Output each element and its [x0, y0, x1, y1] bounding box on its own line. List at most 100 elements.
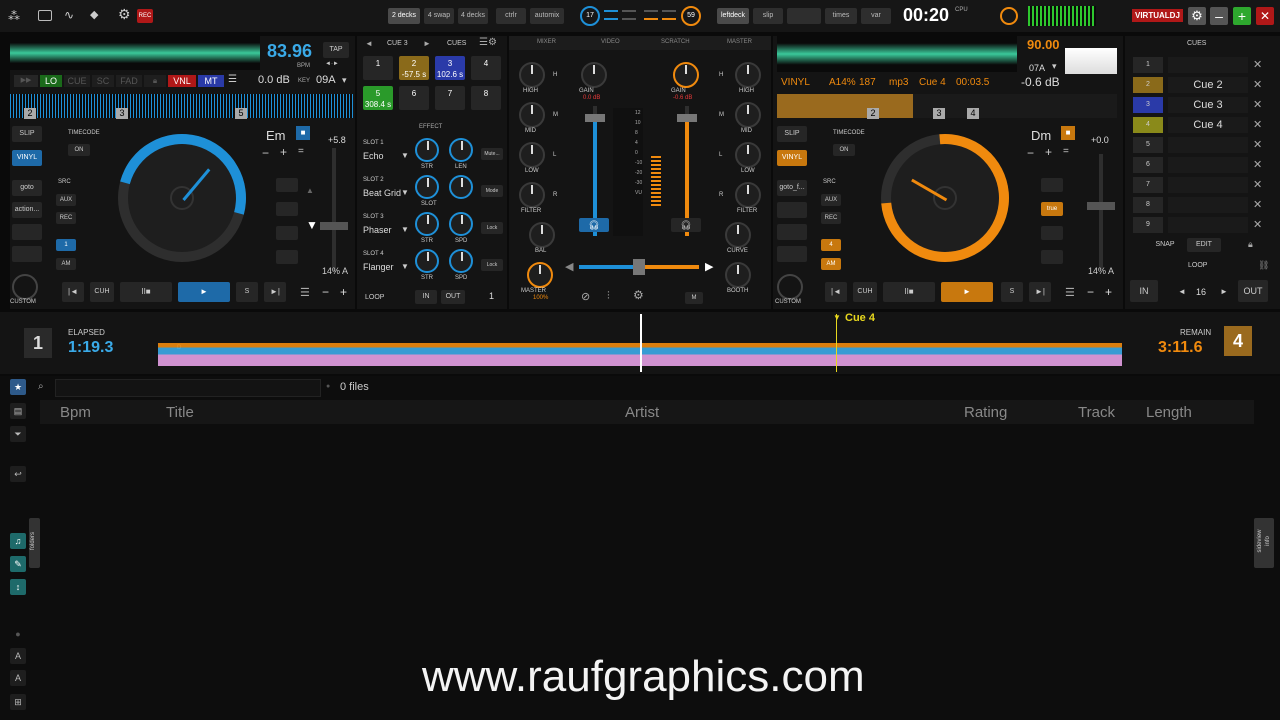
mixer-mid-left-knob[interactable]: [519, 102, 545, 128]
cue-name[interactable]: [1168, 137, 1248, 153]
tab-video[interactable]: VIDEO: [601, 39, 620, 45]
deck-left-pitch-slider[interactable]: [332, 148, 336, 272]
tag-lo[interactable]: LO: [40, 75, 62, 87]
cue-number[interactable]: 6: [1133, 157, 1163, 173]
deck-right-key-equal[interactable]: =: [1063, 146, 1069, 157]
deck-left-custom-knob[interactable]: [12, 274, 38, 300]
deck-left-pitch-arrows[interactable]: ◄·►: [325, 61, 339, 67]
deck-left-pad[interactable]: [276, 178, 298, 192]
deck-right-empty-button[interactable]: [777, 224, 807, 240]
cues-loop-prev-icon[interactable]: ◄: [1178, 287, 1186, 296]
effect-knob-2[interactable]: [449, 249, 473, 273]
sidebar-star-icon[interactable]: ★: [10, 379, 26, 395]
sidebar-font-a-small-icon[interactable]: A: [10, 670, 26, 686]
cue-row[interactable]: 6 ✕: [1133, 157, 1275, 173]
deck-right-play-button[interactable]: ►: [941, 282, 993, 302]
deck-left-key-minus[interactable]: −: [262, 146, 269, 160]
deck-right-goto-button[interactable]: goto_f...: [777, 180, 807, 196]
cue-number[interactable]: 5: [1133, 137, 1163, 153]
cue-row[interactable]: 4 Cue 4 ✕: [1133, 117, 1275, 133]
cue-number[interactable]: 8: [1133, 197, 1163, 213]
mixer-gain-right-knob[interactable]: [673, 62, 699, 88]
logo-icon[interactable]: ⁂: [8, 9, 28, 23]
deck-left-sync-button[interactable]: S: [236, 282, 258, 302]
deck-left-empty-button[interactable]: [12, 224, 42, 240]
cue-name[interactable]: Cue 4: [1168, 117, 1248, 133]
pad-8[interactable]: 8: [471, 86, 501, 110]
deck-left-play-button[interactable]: ►: [178, 282, 230, 302]
maximize-icon[interactable]: +: [1233, 7, 1251, 25]
cue-row[interactable]: 8 ✕: [1133, 197, 1275, 213]
rec-button[interactable]: REC: [137, 9, 153, 23]
cue-row[interactable]: 3 Cue 3 ✕: [1133, 97, 1275, 113]
column-rating[interactable]: Rating: [964, 404, 1007, 421]
tab-ctrlr[interactable]: ctrlr: [496, 8, 526, 24]
cue-row[interactable]: 7 ✕: [1133, 177, 1275, 193]
deck-left-menu-icon[interactable]: ☰: [300, 286, 310, 299]
tab-automix[interactable]: automix: [530, 8, 564, 24]
cue-name[interactable]: [1168, 157, 1248, 173]
deck-right-empty-button[interactable]: [777, 246, 807, 262]
deck-right-am-button[interactable]: AM: [821, 258, 841, 270]
cue-row[interactable]: 9 ✕: [1133, 217, 1275, 233]
overview-waveform[interactable]: [158, 314, 1122, 372]
pads-prev-icon[interactable]: ◄: [365, 39, 373, 48]
cue-number[interactable]: 1: [1133, 57, 1163, 73]
column-track[interactable]: Track: [1078, 404, 1115, 421]
effect-dropdown-icon[interactable]: ▼: [401, 151, 409, 160]
search-icon[interactable]: ⌕: [38, 381, 44, 392]
cue-number[interactable]: 2: [1133, 77, 1163, 93]
deck-right-prev-button[interactable]: |◄: [825, 282, 847, 302]
mixer-eq-icon[interactable]: ⫶: [607, 290, 610, 303]
pads-next-icon[interactable]: ►: [423, 39, 431, 48]
cues-loop-next-icon[interactable]: ►: [1220, 287, 1228, 296]
deck-right-lock-icon[interactable]: ■: [1061, 126, 1075, 140]
deck-left-plus-icon[interactable]: +: [340, 285, 347, 299]
effect-name[interactable]: Echo: [363, 151, 384, 161]
deck-left-cuh-button[interactable]: CUH: [90, 282, 114, 302]
mixer-volume-right-fader[interactable]: [677, 106, 697, 236]
minimize-icon[interactable]: –: [1210, 7, 1228, 25]
mixer-high-left-knob[interactable]: [519, 62, 545, 88]
search-input[interactable]: [55, 379, 321, 397]
deck-right-pitch-handle[interactable]: [1087, 202, 1115, 210]
tab-slip[interactable]: slip: [753, 8, 783, 24]
deck-right-menu-icon[interactable]: ☰: [1065, 286, 1075, 299]
mixer-m-button[interactable]: M: [685, 292, 703, 304]
tab-leftdeck[interactable]: leftdeck: [717, 8, 749, 24]
deck-right-pad[interactable]: [1041, 226, 1063, 240]
cue-name[interactable]: [1168, 177, 1248, 193]
mixer-headphone-right-icon[interactable]: 🎧︎: [671, 218, 701, 232]
pads-menu-icon[interactable]: ☰⚙: [479, 37, 497, 48]
deck-right-empty-button[interactable]: [777, 202, 807, 218]
deck-right-minus-icon[interactable]: −: [1087, 285, 1094, 299]
deck-left-am-button[interactable]: AM: [56, 258, 76, 270]
effect-knob-1[interactable]: [415, 249, 439, 273]
mixer-high-right-knob[interactable]: [735, 62, 761, 88]
gear-icon[interactable]: ⚙: [118, 6, 131, 23]
loop-out-button[interactable]: OUT: [441, 290, 465, 304]
cue-name[interactable]: [1168, 217, 1248, 233]
column-artist[interactable]: Artist: [625, 404, 659, 421]
mixer-filter-left-knob[interactable]: [519, 182, 545, 208]
deck-left-slip-button[interactable]: SLIP: [12, 126, 42, 142]
deck-right-pause-button[interactable]: II■: [883, 282, 935, 302]
play-small-icon[interactable]: ▶▶: [14, 75, 38, 87]
effect-knob-2[interactable]: [449, 175, 473, 199]
tag-mt[interactable]: MT: [198, 75, 224, 87]
folders-tab[interactable]: folders: [29, 518, 40, 568]
deck-left-empty-button[interactable]: [12, 246, 42, 262]
pad-2[interactable]: 2 -57.5 s: [399, 56, 429, 80]
cues-loop-in-button[interactable]: IN: [1130, 280, 1158, 302]
effect-knob-1[interactable]: [415, 212, 439, 236]
tag-cue[interactable]: CUE: [64, 75, 90, 87]
deck-left-pause-button[interactable]: II■: [120, 282, 172, 302]
tab-var[interactable]: var: [861, 8, 891, 24]
deck-right-next-button[interactable]: ►|: [1029, 282, 1051, 302]
deck-left-pitch-arrow-up-icon[interactable]: ▲: [306, 186, 314, 195]
cube-icon[interactable]: ◆: [90, 8, 98, 21]
deck-right-custom-knob[interactable]: [777, 274, 803, 300]
deck-left-pitch-arrow-down-icon[interactable]: ▼: [306, 218, 318, 232]
cue-delete-icon[interactable]: ✕: [1253, 177, 1262, 193]
effect-name[interactable]: Flanger: [363, 262, 394, 272]
